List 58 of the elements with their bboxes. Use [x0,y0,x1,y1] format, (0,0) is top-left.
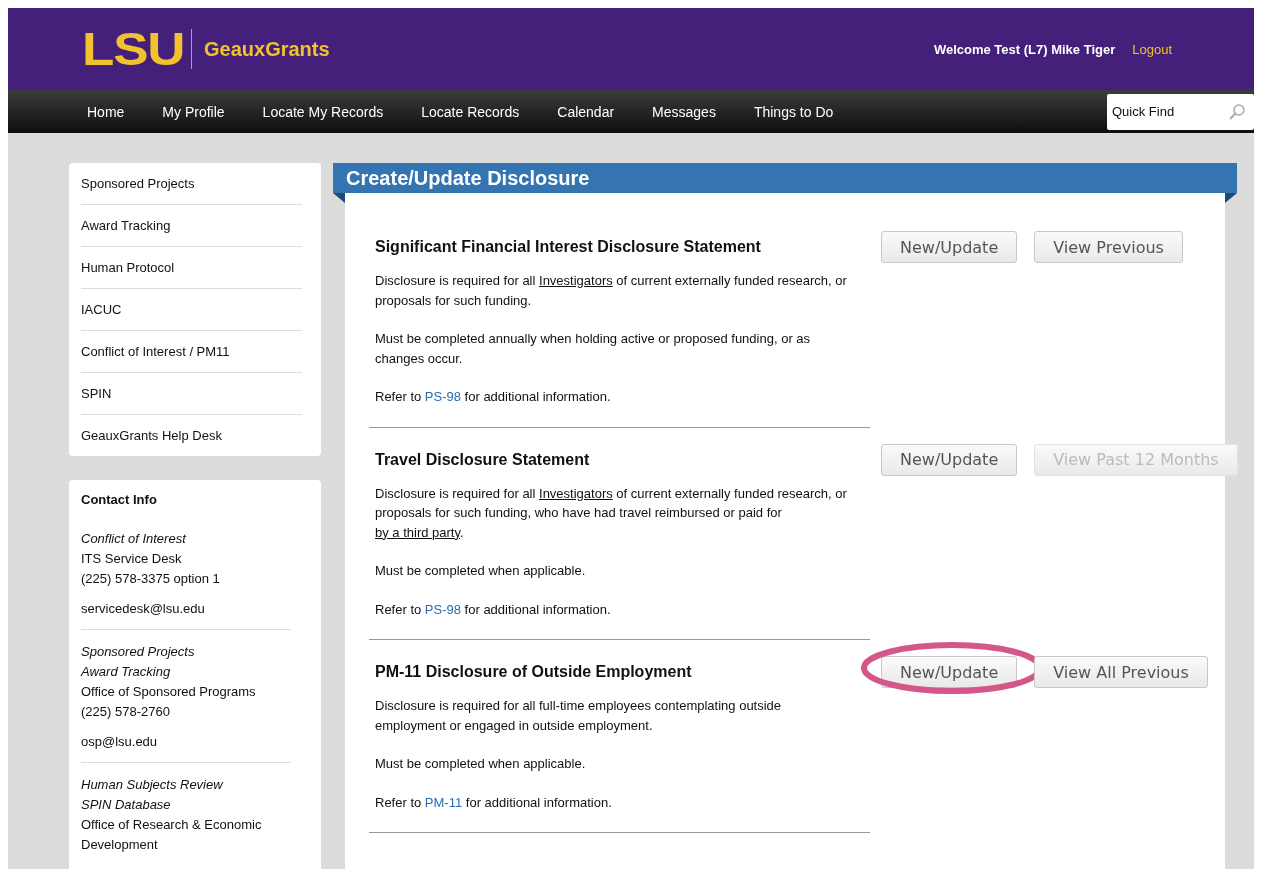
contact-line: (225) 578-3375 option 1 [81,570,221,588]
section-title: Significant Financial Interest Disclosure Statement [375,237,762,257]
nav-item[interactable]: Calendar [557,103,615,120]
action-button[interactable]: View Previous [1034,231,1183,263]
glossary-link[interactable]: Investigators [539,273,613,288]
contact-line: Office of Sponsored Programs [81,683,257,701]
description-text: Must be completed when applicable. [375,755,587,773]
search-icon[interactable] [1228,102,1246,121]
description-text: Refer to PS-98 for additional information. [375,600,612,619]
description-text: Refer to PS-98 for additional information. [375,388,612,406]
sidebar-item[interactable]: Award Tracking [81,205,302,247]
description-text: Disclosure is required for all Investigators of current externally funded research, or proposals for such funding, who have had travel reimbursed or paid for by a third party. [375,484,848,542]
sidebar-item[interactable]: Sponsored Projects [81,163,302,205]
description-text: Disclosure is required for all full-time employees contemplating outside employment or engaged in outside employment. [375,697,783,735]
contact-line: ITS Service Desk [81,550,183,568]
nav-item[interactable]: Locate My Records [262,103,384,120]
policy-link[interactable]: PS-98 [424,601,461,617]
contact-line: Sponsored Projects [81,643,196,661]
section-title: PM-11 Disclosure of Outside Employment [375,662,693,682]
description-text: Disclosure is required for all Investigators of current externally funded research, or proposals for such funding. [375,272,848,310]
action-button[interactable]: New/Update [881,656,1018,688]
app-name: GeauxGrants [204,37,330,61]
logout-link[interactable]: Logout [1132,41,1172,57]
policy-link[interactable]: PM-11 [424,794,463,810]
sidebar-item[interactable]: Human Protocol [81,247,302,289]
contact-line: Office of Research & Economic Development [81,816,263,854]
action-button[interactable]: View All Previous [1034,656,1208,688]
welcome-text: Welcome Test (L7) Mike Tiger [933,41,1116,57]
action-button[interactable]: New/Update [881,231,1018,263]
contact-email: servicedesk@lsu.edu [81,600,206,618]
contact-line: Award Tracking [81,663,172,681]
description-text: Must be completed when applicable. [375,562,587,580]
description-text: Must be completed annually when holding active or proposed funding, or as changes occur. [375,330,812,368]
policy-link[interactable]: PS-98 [424,389,461,404]
glossary-link[interactable]: Investigators [539,485,613,501]
contact-line: Human Subjects Review [81,776,224,794]
nav-item[interactable]: Messages [652,103,716,120]
sidebar-item[interactable]: IACUC [81,289,302,331]
nav-item[interactable]: Locate Records [421,103,520,120]
contact-line: SPIN Database [81,796,172,814]
action-button[interactable]: New/Update [881,443,1018,476]
sidebar-item[interactable]: Conflict of Interest / PM11 [81,331,302,373]
search-field[interactable]: Quick Find [1107,93,1254,130]
fold-icon [333,193,345,203]
contact-line: Conflict of Interest [81,530,188,548]
description-text: Refer to PM-11 for additional information. [375,793,613,812]
sidebar-item[interactable]: GeauxGrants Help Desk [81,415,302,456]
contact-line: (225) 578-2760 [81,703,171,721]
nav-item[interactable]: Things to Do [753,103,834,120]
section-title: Travel Disclosure Statement [375,449,591,470]
contact-email: osp@lsu.edu [81,733,159,751]
contact-title: Contact Info [81,492,158,507]
sidebar-item[interactable]: SPIN [81,373,302,415]
lsu-logo: LSU [82,26,185,72]
nav-item[interactable]: My Profile [162,103,225,120]
nav-item[interactable]: Home [87,103,125,120]
panel-title: Create/Update Disclosure [333,163,1237,193]
fold-icon [1225,193,1237,203]
